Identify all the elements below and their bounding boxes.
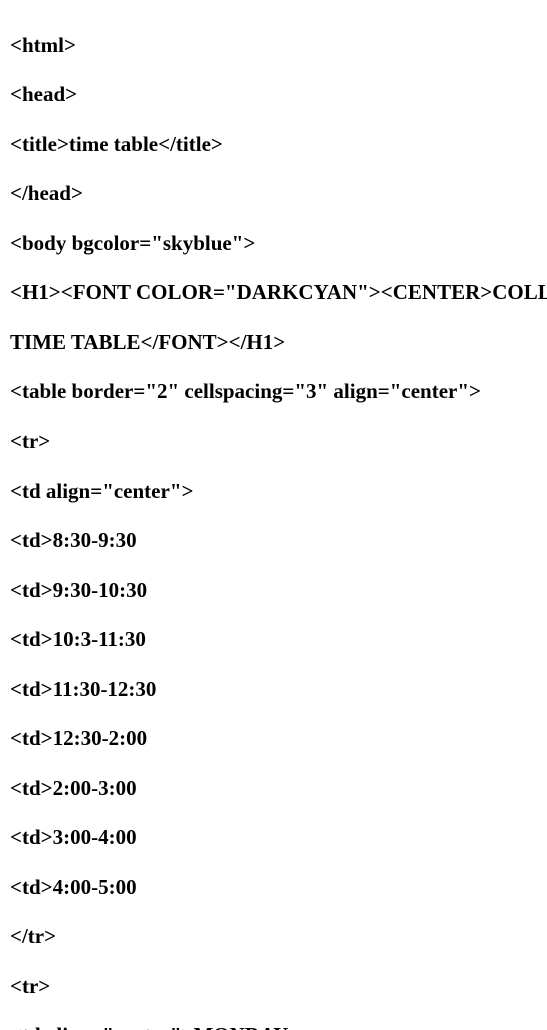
- code-line: <tr>: [10, 429, 537, 454]
- code-line: <table border="2" cellspacing="3" align=…: [10, 379, 537, 404]
- code-line: <head>: [10, 82, 537, 107]
- code-line: <title>time table</title>: [10, 132, 537, 157]
- code-line: <td>12:30-2:00: [10, 726, 537, 751]
- code-line: <td>2:00-3:00: [10, 776, 537, 801]
- code-line: <td>8:30-9:30: [10, 528, 537, 553]
- code-line: <td align="center">MONDAY: [10, 1023, 537, 1030]
- code-line: </tr>: [10, 924, 537, 949]
- code-line: <td align="center">: [10, 479, 537, 504]
- code-line: <td>9:30-10:30: [10, 578, 537, 603]
- code-line: <td>3:00-4:00: [10, 825, 537, 850]
- code-line: <body bgcolor="skyblue">: [10, 231, 537, 256]
- code-line: <td>10:3-11:30: [10, 627, 537, 652]
- html-source-code: <html> <head> <title>time table</title> …: [10, 8, 537, 1030]
- code-line: <html>: [10, 33, 537, 58]
- code-line: </head>: [10, 181, 537, 206]
- code-line: <td>11:30-12:30: [10, 677, 537, 702]
- code-line: TIME TABLE</FONT></H1>: [10, 330, 537, 355]
- code-line: <H1><FONT COLOR="DARKCYAN"><CENTER>COLLE…: [10, 280, 537, 305]
- code-line: <tr>: [10, 974, 537, 999]
- code-line: <td>4:00-5:00: [10, 875, 537, 900]
